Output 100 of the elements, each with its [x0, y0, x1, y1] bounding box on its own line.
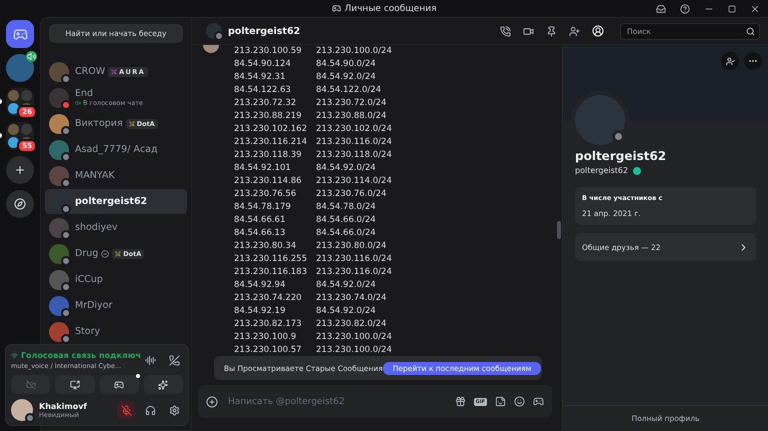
ip-address: 84.54.92.94: [234, 279, 286, 292]
maximize-icon: [728, 4, 736, 12]
mic-off-icon: [120, 404, 132, 416]
subnet: 84.54.92.0/24: [316, 279, 376, 292]
phone-icon: [500, 26, 511, 36]
voice-control-button[interactable]: [144, 375, 183, 394]
ip-address: 213.230.114.86: [234, 175, 303, 188]
profile-icon: [592, 25, 604, 37]
ip-address: 84.54.92.31: [234, 71, 286, 84]
subnet: 213.230.74.0/24: [316, 292, 386, 305]
username: Story: [75, 326, 100, 337]
ip-address: 84.54.66.13: [234, 227, 286, 240]
help-icon: [680, 4, 690, 14]
sticker-icon: [495, 396, 506, 407]
guild-emblem-icon: [128, 120, 135, 126]
camera-icon: [26, 380, 36, 390]
server-icon[interactable]: [6, 54, 34, 82]
plus-icon: [14, 164, 26, 176]
subnet: 84.54.122.0/24: [316, 84, 382, 97]
signal-icon: [11, 352, 18, 360]
voice-control-button[interactable]: [55, 375, 94, 394]
badge-icon: [633, 166, 642, 174]
subnet: 213.230.116.0/24: [316, 253, 392, 266]
subnet: 84.54.92.0/24: [316, 71, 376, 84]
dm-item[interactable]: MrDiyor: [45, 293, 187, 318]
ip-address: 84.54.66.61: [234, 214, 286, 227]
username: Asad_7779/ Асад: [75, 144, 158, 155]
status-dot: [214, 31, 224, 41]
username: shodiyev: [75, 222, 118, 233]
window-title: Личные сообщения: [332, 4, 436, 14]
username: poltergeist62: [75, 196, 148, 207]
ip-address: 84.54.92.101: [234, 162, 292, 175]
subnet: 84.54.66.0/24: [316, 227, 376, 240]
pin-icon: [546, 26, 557, 36]
guild-emblem-icon: [115, 250, 122, 256]
ip-address: 84.54.78.179: [234, 201, 292, 214]
scrollbar-thumb[interactable]: [557, 221, 561, 239]
subnet: 213.230.100.0/24: [316, 331, 392, 344]
subnet: 84.54.90.0/24: [316, 58, 376, 71]
subnet: 84.54.92.0/24: [316, 305, 376, 318]
username: CROW: [75, 66, 106, 77]
dm-item[interactable]: MANYAK: [45, 163, 187, 188]
subnet: 213.230.76.0/24: [316, 188, 386, 201]
ip-address: 213.230.88.219: [234, 110, 303, 123]
chat-title: poltergeist62: [228, 26, 302, 36]
user-check-icon: [726, 56, 734, 66]
discover-button[interactable]: [6, 190, 34, 218]
dm-item[interactable]: Story: [45, 319, 187, 344]
close-icon: [750, 4, 760, 14]
video-icon: [523, 26, 534, 36]
username: Drug: [75, 248, 98, 259]
ip-address: 213.230.100.57: [234, 344, 303, 357]
emoji-icon: [514, 396, 525, 407]
dm-item[interactable]: Asad_7779/ Асад: [45, 137, 187, 162]
more-button[interactable]: [744, 52, 762, 70]
dm-item[interactable]: iCCup: [45, 267, 187, 292]
username: Khakimovf: [39, 402, 88, 410]
subnet: 213.230.82.0/24: [316, 318, 386, 331]
sound-wave-icon: [144, 355, 156, 366]
ip-address: 213.230.100.9: [234, 331, 298, 344]
ip-address: 84.54.122.63: [234, 84, 292, 97]
ip-address: 213.230.116.183: [234, 266, 304, 279]
username: Виктория: [75, 118, 123, 129]
subnet: 213.230.80.0/24: [316, 240, 386, 253]
ip-address: 213.230.102.162: [234, 123, 304, 136]
mic-button[interactable]: [117, 401, 135, 419]
ip-address: 84.54.92.19: [234, 305, 286, 318]
friend-button[interactable]: [721, 52, 739, 70]
dm-item[interactable]: poltergeist62: [45, 189, 187, 214]
username: End: [75, 88, 94, 99]
ip-address: 213.230.100.59: [234, 45, 303, 58]
search-icon: [746, 26, 755, 36]
ip-address: 213.230.116.255: [234, 253, 304, 266]
subnet: 84.54.78.0/24: [316, 201, 376, 214]
ip-address: 213.230.72.32: [234, 97, 298, 110]
username: MANYAK: [75, 170, 115, 181]
username: MrDiyor: [75, 300, 112, 311]
screen-icon: [70, 380, 80, 390]
status-dot: [25, 413, 35, 423]
ip-address: 213.230.116.214: [234, 136, 304, 149]
ip-address: 213.230.118.39: [234, 149, 303, 162]
subnet: 213.230.72.0/24: [316, 97, 386, 110]
headphones-icon: [144, 404, 156, 416]
home-button[interactable]: [6, 20, 34, 48]
inbox-icon: [656, 4, 666, 14]
ip-address: 213.230.80.34: [234, 240, 298, 253]
guild-emblem-icon: [111, 68, 118, 74]
gift-icon: [454, 396, 466, 407]
voice-control-button[interactable]: [100, 375, 139, 394]
subnet: 213.230.118.0/24: [316, 149, 392, 162]
dm-item[interactable]: shodiyev: [45, 215, 187, 240]
subnet: 213.230.88.0/24: [316, 110, 386, 123]
ip-address: 213.230.82.173: [234, 318, 303, 331]
subnet: 213.230.114.0/24: [316, 175, 392, 188]
subnet: 84.54.92.0/24: [316, 162, 376, 175]
display-name: poltergeist62: [575, 149, 668, 163]
username: iCCup: [75, 274, 103, 285]
add-user-icon: [569, 26, 580, 36]
voice-status: Голосовая связь подключ: [20, 351, 141, 360]
hang-up-icon: [168, 355, 180, 366]
